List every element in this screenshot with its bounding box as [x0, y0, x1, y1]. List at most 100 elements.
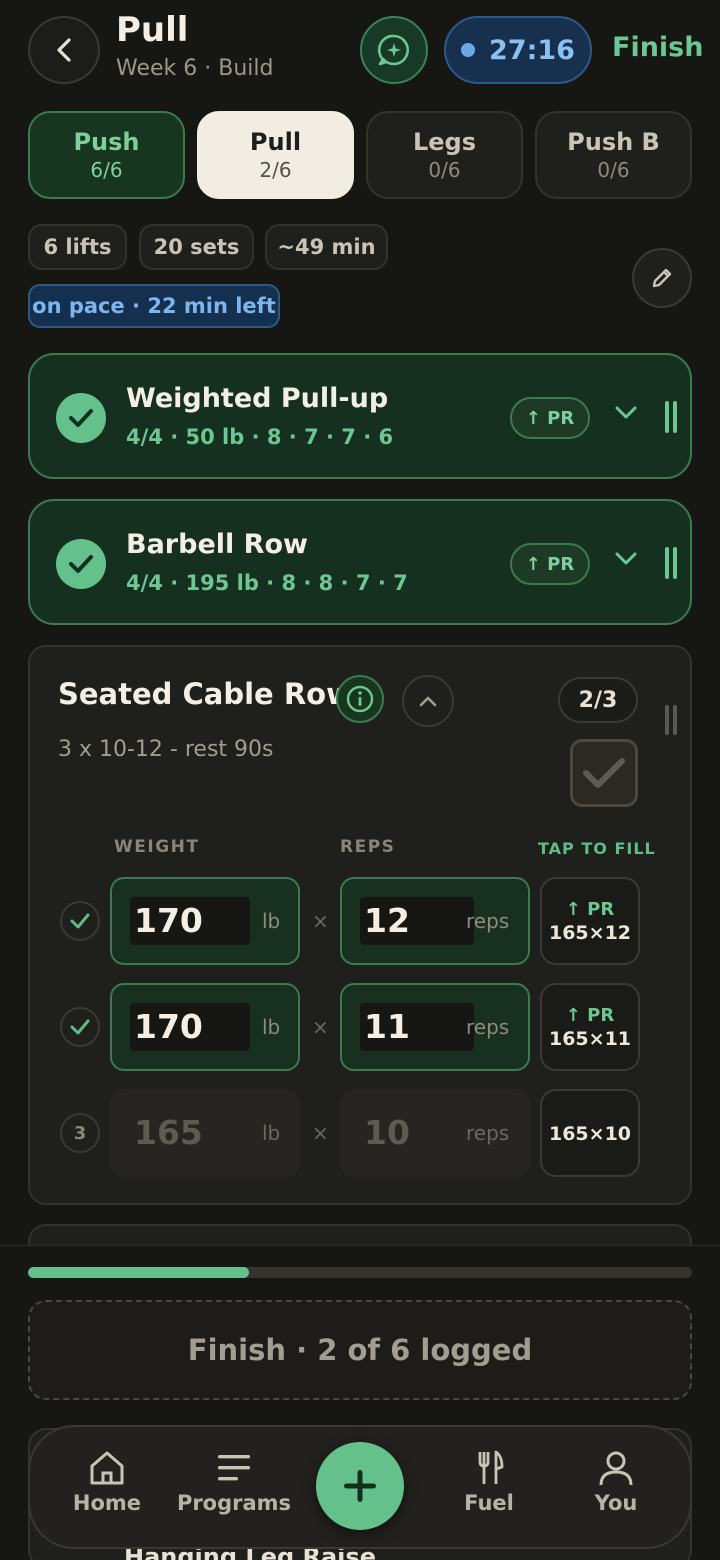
- reps-input[interactable]: 11 reps: [340, 983, 530, 1071]
- pr-badge: ↑ PR: [510, 397, 590, 439]
- previous-set-value: 165×11: [548, 1027, 632, 1050]
- previous-set-fill-button[interactable]: ↑ PR 165×12: [540, 877, 640, 965]
- sets-chip: 20 sets: [139, 224, 254, 270]
- tab-label: Legs: [412, 128, 477, 156]
- chat-sparkle-icon: [377, 34, 410, 66]
- set-done-toggle[interactable]: [60, 901, 100, 941]
- drag-handle-icon[interactable]: [664, 401, 678, 433]
- tab-label: Push: [73, 128, 140, 156]
- add-button[interactable]: [316, 1442, 404, 1530]
- coach-chat-button[interactable]: [360, 16, 428, 84]
- previous-set-fill-button[interactable]: ↑ PR 165×11: [540, 983, 640, 1071]
- pace-chip: on pace · 22 min left: [28, 284, 280, 328]
- weight-value: 170: [130, 1003, 250, 1051]
- list-icon: [218, 1455, 250, 1481]
- page-title: Pull: [116, 10, 189, 50]
- set-number-badge[interactable]: 3: [60, 1113, 100, 1153]
- complete-exercise-checkbox[interactable]: [570, 739, 638, 807]
- weight-input[interactable]: 170 lb: [110, 877, 300, 965]
- set-row: 3 165 lb × 10 reps 165×10: [30, 1089, 690, 1177]
- nav-label: Home: [72, 1491, 142, 1515]
- plus-icon: [344, 1470, 376, 1502]
- check-circle-icon: [56, 393, 106, 443]
- weight-placeholder: 165: [134, 1113, 203, 1152]
- exercise-card-seated-cable-row: Seated Cable Row 2/3 3 x 10-12 - rest 90…: [28, 645, 692, 1205]
- check-icon: [70, 1019, 90, 1035]
- chevron-down-icon[interactable]: [614, 405, 638, 421]
- info-icon: [346, 685, 374, 713]
- pr-badge: ↑ PR: [510, 543, 590, 585]
- tab-label: Pull: [249, 128, 302, 156]
- recording-dot-icon: [461, 43, 476, 57]
- back-button[interactable]: [28, 16, 100, 84]
- nav-fuel[interactable]: Fuel: [434, 1449, 544, 1515]
- nav-you[interactable]: You: [561, 1449, 671, 1515]
- exercise-detail: 4/4 · 195 lb · 8 · 8 · 7 · 7: [126, 571, 408, 595]
- reps-value: 11: [360, 1003, 474, 1051]
- tab-count: 0/6: [597, 158, 630, 182]
- set-done-toggle[interactable]: [60, 1007, 100, 1047]
- timer-value: 27:16: [489, 34, 575, 66]
- weight-unit: lb: [262, 909, 281, 933]
- finish-button-header[interactable]: Finish: [612, 32, 703, 63]
- weight-input[interactable]: 170 lb: [110, 983, 300, 1071]
- exercise-name: Weighted Pull-up: [126, 383, 389, 414]
- person-icon: [599, 1451, 633, 1486]
- nav-home[interactable]: Home: [52, 1449, 162, 1515]
- check-icon: [70, 913, 90, 929]
- exercise-card-barbell-row[interactable]: Barbell Row 4/4 · 195 lb · 8 · 8 · 7 · 7…: [28, 499, 692, 625]
- nav-label: Programs: [176, 1491, 292, 1515]
- weight-unit: lb: [262, 1015, 281, 1039]
- set-progress-badge: 2/3: [558, 677, 638, 723]
- previous-set-value: 165×12: [548, 921, 632, 944]
- nav-label: Fuel: [464, 1491, 514, 1515]
- previous-set-fill-button[interactable]: 165×10: [540, 1089, 640, 1177]
- tab-label: Push B: [567, 128, 660, 156]
- tab-pull[interactable]: Pull 2/6: [197, 111, 354, 199]
- lifts-chip: 6 lifts: [28, 224, 127, 270]
- home-icon: [90, 1451, 124, 1485]
- reps-value: 12: [360, 897, 474, 945]
- reps-unit: reps: [466, 909, 510, 933]
- check-circle-icon: [56, 539, 106, 589]
- tab-count: 2/6: [259, 158, 292, 182]
- reps-input[interactable]: 10 reps: [340, 1089, 530, 1177]
- exercise-name: Seated Cable Row: [58, 677, 353, 711]
- tab-count: 6/6: [90, 158, 123, 182]
- collapse-button[interactable]: [402, 675, 454, 727]
- drag-handle-icon[interactable]: [664, 547, 678, 579]
- weight-unit: lb: [262, 1121, 281, 1145]
- chevron-up-icon: [419, 696, 437, 707]
- chevron-down-icon[interactable]: [614, 551, 638, 567]
- times-sign: ×: [312, 1015, 329, 1039]
- reps-unit: reps: [466, 1121, 510, 1145]
- tab-push-b[interactable]: Push B 0/6: [535, 111, 692, 199]
- page-subtitle: Week 6 · Build: [116, 56, 274, 81]
- workout-timer[interactable]: 27:16: [444, 16, 592, 84]
- pr-indicator: ↑ PR: [565, 898, 615, 920]
- session-progress-fill: [28, 1267, 249, 1278]
- finish-workout-button[interactable]: Finish · 2 of 6 logged: [28, 1300, 692, 1400]
- tab-push[interactable]: Push 6/6: [28, 111, 185, 199]
- tab-legs[interactable]: Legs 0/6: [366, 111, 523, 199]
- pencil-icon: [652, 268, 672, 288]
- nav-programs[interactable]: Programs: [176, 1449, 292, 1515]
- drag-handle-icon[interactable]: [664, 705, 678, 735]
- info-button[interactable]: [336, 675, 384, 723]
- times-sign: ×: [312, 1121, 329, 1145]
- reps-column-header: REPS: [340, 837, 396, 857]
- weight-column-header: WEIGHT: [114, 837, 200, 857]
- exercise-card-weighted-pull-up[interactable]: Weighted Pull-up 4/4 · 50 lb · 8 · 7 · 7…: [28, 353, 692, 479]
- exercise-name: Barbell Row: [126, 529, 308, 560]
- chevron-left-icon: [57, 38, 71, 62]
- reps-placeholder: 10: [364, 1113, 410, 1152]
- weight-input[interactable]: 165 lb: [110, 1089, 300, 1177]
- pr-indicator: ↑ PR: [565, 1004, 615, 1026]
- exercise-prescription: 3 x 10-12 - rest 90s: [58, 737, 274, 762]
- edit-workout-button[interactable]: [632, 248, 692, 308]
- set-row: 170 lb × 12 reps ↑ PR 165×12: [30, 877, 690, 965]
- exercise-detail: 4/4 · 50 lb · 8 · 7 · 7 · 6: [126, 425, 394, 449]
- previous-set-value: 165×10: [548, 1123, 632, 1145]
- fork-knife-icon: [478, 1450, 504, 1484]
- reps-input[interactable]: 12 reps: [340, 877, 530, 965]
